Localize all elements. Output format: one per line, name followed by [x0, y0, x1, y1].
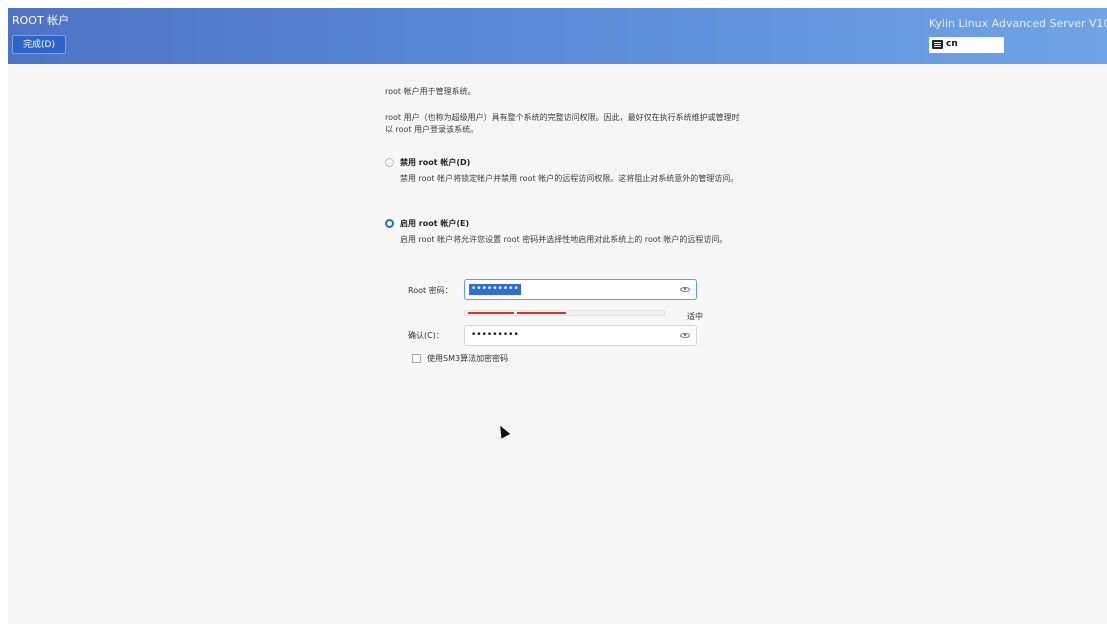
description-text: root 用户（也称为超级用户）具有整个系统的完整访问权限。因此，最好仅在执行系…	[385, 113, 740, 134]
sm3-checkbox[interactable]	[412, 354, 421, 363]
password-strength-label: 适中	[687, 312, 703, 321]
disable-root-option[interactable]: 禁用 root 帐户(D)	[385, 156, 470, 168]
enable-root-label[interactable]: 启用 root 帐户(E)	[400, 218, 469, 229]
page-title: ROOT 帐户	[12, 14, 70, 27]
root-password-value: •••••••••	[469, 284, 521, 295]
show-confirm-eye-icon[interactable]	[680, 333, 690, 338]
keyboard-layout-indicator[interactable]: cn	[929, 37, 1004, 53]
installer-window: ROOT 帐户 完成(D) Kylin Linux Advanced Serve…	[8, 8, 1107, 624]
keyboard-icon	[932, 40, 943, 49]
intro-text: root 帐户用于管理系统。	[385, 87, 476, 96]
strength-segment-1	[468, 312, 514, 314]
confirm-password-value: •••••••••	[471, 330, 519, 340]
sm3-option[interactable]: 使用SM3算法加密密码	[412, 353, 508, 364]
enable-root-radio[interactable]	[385, 218, 394, 228]
enable-root-option[interactable]: 启用 root 帐户(E)	[385, 217, 469, 229]
product-name: Kylin Linux Advanced Server V10 安装	[929, 17, 1107, 30]
keyboard-layout-label: cn	[946, 39, 958, 49]
root-password-label: Root 密码：	[408, 286, 453, 295]
strength-segment-2	[517, 312, 566, 314]
enable-root-description: 启用 root 帐户将允许您设置 root 密码并选择性地启用对此系统上的 ro…	[400, 235, 728, 244]
disable-root-label[interactable]: 禁用 root 帐户(D)	[400, 157, 470, 168]
disable-root-radio[interactable]	[385, 157, 394, 167]
done-button[interactable]: 完成(D)	[12, 35, 66, 54]
disable-root-description: 禁用 root 帐户将锁定帐户并禁用 root 帐户的远程访问权限。这将阻止对系…	[400, 174, 739, 183]
password-strength-bar	[464, 310, 665, 316]
root-password-input[interactable]: •••••••••	[464, 279, 697, 300]
confirm-password-input[interactable]: •••••••••	[464, 325, 697, 346]
mouse-cursor-icon	[495, 423, 511, 439]
show-password-eye-icon[interactable]	[680, 287, 690, 292]
sm3-checkbox-label[interactable]: 使用SM3算法加密密码	[427, 353, 508, 364]
confirm-password-label: 确认(C)：	[408, 331, 444, 340]
header-bar: ROOT 帐户 完成(D) Kylin Linux Advanced Serve…	[8, 8, 1107, 64]
